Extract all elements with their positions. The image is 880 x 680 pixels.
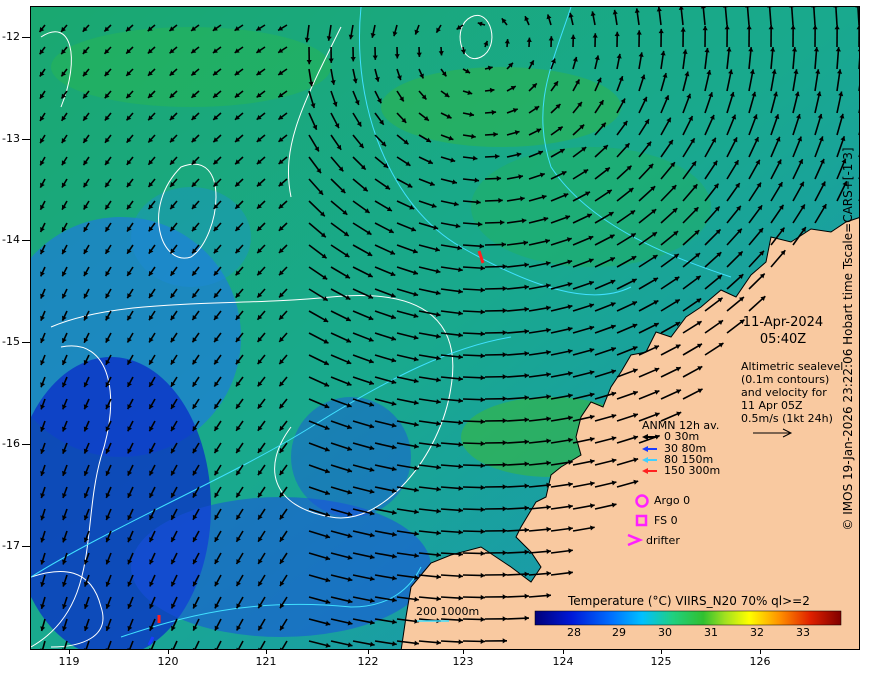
velocity-arrow bbox=[858, 199, 859, 201]
y-tick-label: -15 bbox=[2, 335, 20, 348]
x-tick-label: 120 bbox=[157, 655, 179, 668]
timestamp: 11-Apr-2024 05:40Z bbox=[740, 314, 826, 348]
colorbar-tick: 30 bbox=[658, 626, 672, 639]
x-tick bbox=[563, 650, 564, 654]
cool-region bbox=[131, 187, 251, 287]
velocity-arrow bbox=[858, 108, 859, 113]
y-tick-label: -13 bbox=[2, 132, 20, 145]
description-line: Altimetric sealevel bbox=[741, 360, 844, 373]
colorbar-tick: 31 bbox=[704, 626, 718, 639]
colorbar-tick: 32 bbox=[750, 626, 764, 639]
description-line: 11 Apr 05Z bbox=[741, 399, 803, 412]
x-tick bbox=[168, 650, 169, 654]
warm-patch bbox=[471, 147, 711, 267]
date-label: 11-Apr-2024 bbox=[742, 315, 824, 330]
warm-patch bbox=[51, 27, 331, 107]
colorbar-tick: 28 bbox=[567, 626, 581, 639]
x-tick-label: 126 bbox=[749, 655, 771, 668]
map-canvas bbox=[31, 7, 859, 649]
x-tick-label: 124 bbox=[552, 655, 574, 668]
description-line: and velocity for bbox=[741, 386, 827, 399]
velocity-arrow bbox=[858, 57, 859, 69]
velocity-arrow bbox=[858, 154, 859, 157]
y-tick-label: -16 bbox=[2, 437, 20, 450]
velocity-arrow bbox=[858, 176, 859, 179]
description-line: (0.1m contours) bbox=[741, 373, 830, 386]
x-tick bbox=[266, 650, 267, 654]
isobath-label: 200 1000m bbox=[416, 605, 480, 618]
x-tick-label: 121 bbox=[255, 655, 277, 668]
colorbar-tick: 29 bbox=[612, 626, 626, 639]
velocity-arrow-head bbox=[858, 72, 859, 74]
colorbar-title: Temperature (°C) VIIRS_N20 70% ql>=2 bbox=[568, 594, 810, 608]
copyright-label: © IMOS 19-Jan-2026 23:22:06 Hobart time … bbox=[841, 147, 855, 531]
x-tick-label: 125 bbox=[650, 655, 672, 668]
velocity-arrow bbox=[858, 131, 859, 135]
argo-label: Argo 0 bbox=[654, 494, 691, 507]
time-label: 05:40Z bbox=[759, 332, 807, 347]
y-tick-label: -14 bbox=[2, 233, 20, 246]
x-tick-label: 119 bbox=[58, 655, 80, 668]
fs-label: FS 0 bbox=[654, 514, 678, 527]
x-tick bbox=[463, 650, 464, 654]
x-tick bbox=[69, 650, 70, 654]
velocity-arrow bbox=[858, 85, 859, 91]
y-tick-label: -17 bbox=[2, 539, 20, 552]
description: Altimetric sealevel (0.1m contours) and … bbox=[741, 360, 843, 425]
description-line: 0.5m/s (1kt 24h) bbox=[741, 412, 833, 425]
x-tick-label: 123 bbox=[452, 655, 474, 668]
colorbar-tick: 33 bbox=[796, 626, 810, 639]
y-tick-label: -12 bbox=[2, 30, 20, 43]
legend-depth-label: 150 300m bbox=[664, 464, 721, 477]
x-tick bbox=[661, 650, 662, 654]
cool-region bbox=[291, 397, 411, 517]
drifter-label: drifter bbox=[646, 534, 680, 547]
sst-map[interactable] bbox=[30, 6, 860, 650]
warm-patch bbox=[381, 67, 621, 147]
x-tick bbox=[368, 650, 369, 654]
colorbar bbox=[534, 610, 842, 626]
x-tick bbox=[760, 650, 761, 654]
x-tick-label: 122 bbox=[357, 655, 379, 668]
